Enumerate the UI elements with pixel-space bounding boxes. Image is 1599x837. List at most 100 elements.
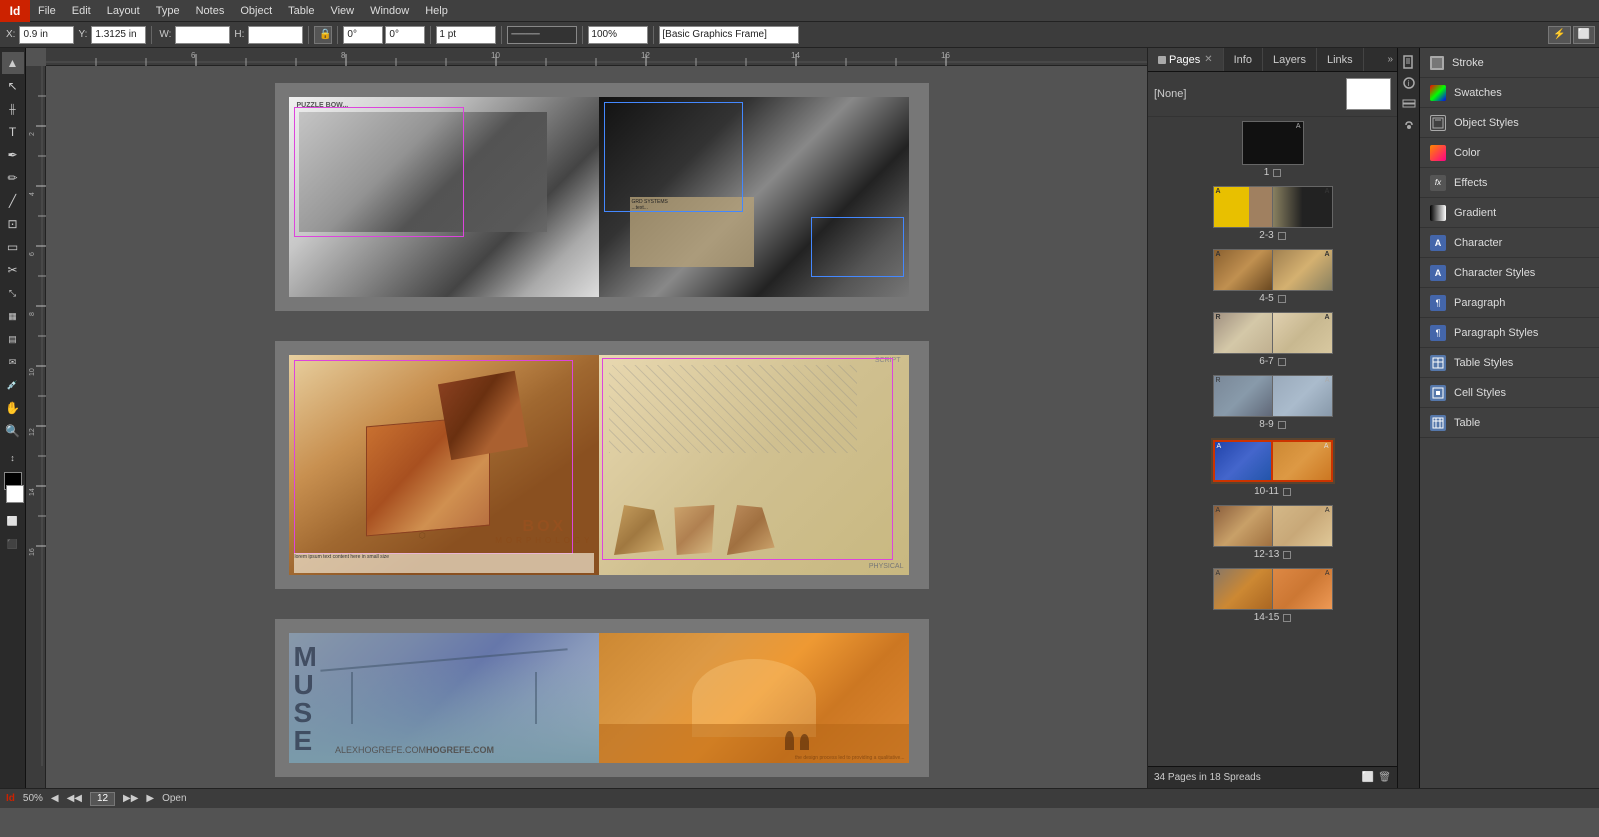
page-nav-fwd[interactable]: ▶▶ xyxy=(123,793,138,804)
tool-pen[interactable]: ✒ xyxy=(2,144,24,166)
stroke-color-field[interactable]: ──── xyxy=(507,26,577,44)
tool-type[interactable]: T xyxy=(2,121,24,143)
tool-direct-select[interactable]: ↖ xyxy=(2,75,24,97)
menu-window[interactable]: Window xyxy=(362,0,417,21)
page-nav-next[interactable]: ▶ xyxy=(146,793,154,804)
frame-style-dropdown[interactable]: [Basic Graphics Frame] xyxy=(659,26,799,44)
character-styles-panel-item[interactable]: A Character Styles xyxy=(1420,258,1599,288)
page-thumb-4[interactable]: A xyxy=(1213,249,1273,291)
page-thumb-3[interactable]: A xyxy=(1273,186,1333,228)
create-master-btn[interactable]: ⬜ xyxy=(1362,772,1374,783)
zoom-level[interactable]: 50% xyxy=(23,793,43,804)
tool-free-transform[interactable]: ⤡ xyxy=(2,282,24,304)
tool-rectangle-frame[interactable]: ⊡ xyxy=(2,213,24,235)
menu-view[interactable]: View xyxy=(322,0,362,21)
paragraph-panel-item[interactable]: ¶ Paragraph xyxy=(1420,288,1599,318)
tool-gradient-swatch[interactable]: ▦ xyxy=(2,305,24,327)
menu-table[interactable]: Table xyxy=(280,0,322,21)
lock-btn[interactable]: 🔒 xyxy=(314,26,332,44)
table-styles-panel-item[interactable]: Table Styles xyxy=(1420,348,1599,378)
toolbar-sep-3 xyxy=(337,26,338,44)
doc-status: Open xyxy=(162,793,186,804)
menu-file[interactable]: File xyxy=(30,0,64,21)
page-nav-prev[interactable]: ◀ xyxy=(51,793,59,804)
view-mode-btn[interactable]: ⬜ xyxy=(1573,26,1595,44)
object-styles-panel-item[interactable]: Object Styles xyxy=(1420,108,1599,138)
spread-page-1[interactable]: PUZZLE BOW... GRD SYSTEMS...text... xyxy=(289,97,909,297)
table-panel-item[interactable]: Table xyxy=(1420,408,1599,438)
effects-panel-item[interactable]: fx Effects xyxy=(1420,168,1599,198)
page-thumb-14[interactable]: A xyxy=(1213,568,1273,610)
page-thumb-9[interactable]: A xyxy=(1273,375,1333,417)
gradient-panel-item[interactable]: Gradient xyxy=(1420,198,1599,228)
tool-line[interactable]: ╱ xyxy=(2,190,24,212)
menu-help[interactable]: Help xyxy=(417,0,456,21)
stroke-color[interactable] xyxy=(6,485,24,503)
menu-object[interactable]: Object xyxy=(232,0,280,21)
page-thumb-2[interactable]: A xyxy=(1213,186,1273,228)
menu-edit[interactable]: Edit xyxy=(64,0,99,21)
tool-rectangle[interactable]: ▭ xyxy=(2,236,24,258)
rotation-field[interactable]: 0° xyxy=(343,26,383,44)
tab-links[interactable]: Links xyxy=(1317,48,1364,71)
shear-field[interactable]: 0° xyxy=(385,26,425,44)
tab-info[interactable]: Info xyxy=(1224,48,1263,71)
h-field[interactable] xyxy=(248,26,303,44)
page-nav-back[interactable]: ◀◀ xyxy=(67,793,82,804)
tool-eyedropper[interactable]: 💉 xyxy=(2,374,24,396)
y-field[interactable]: 1.3125 in xyxy=(91,26,146,44)
tool-hand[interactable]: ✋ xyxy=(2,397,24,419)
spread-label-10-11: 10-11 xyxy=(1254,486,1291,497)
page-thumb-10[interactable]: A xyxy=(1213,440,1273,482)
sync-btn[interactable]: ⚡ xyxy=(1548,26,1570,44)
color-panel-item[interactable]: Color xyxy=(1420,138,1599,168)
panel-icon-pages[interactable] xyxy=(1399,52,1419,72)
pages-panel-content[interactable]: A 1 A A xyxy=(1148,117,1397,766)
tool-normal-mode[interactable]: ⬜ xyxy=(2,510,24,532)
panels-expand-btn[interactable]: » xyxy=(1383,54,1397,65)
tool-note[interactable]: ✉ xyxy=(2,351,24,373)
page-number-input[interactable] xyxy=(90,792,115,806)
spread-page-3[interactable]: MUSE ALEXHOGREFE.COMHOGREFE.COM xyxy=(289,633,909,763)
tool-select[interactable]: ▲ xyxy=(2,52,24,74)
tool-zoom[interactable]: 🔍 xyxy=(2,420,24,442)
page-thumb-15[interactable]: A xyxy=(1273,568,1333,610)
create-page-btn[interactable]: 🗑 xyxy=(1378,772,1391,783)
tool-swap[interactable]: ↕ xyxy=(2,447,24,469)
tab-pages[interactable]: Pages ✕ xyxy=(1148,48,1224,71)
paragraph-styles-icon: ¶ xyxy=(1430,325,1446,341)
page-thumb-13[interactable]: A xyxy=(1273,505,1333,547)
panel-icon-info[interactable]: i xyxy=(1399,73,1419,93)
zoom-dropdown[interactable]: 100% xyxy=(588,26,648,44)
x-field[interactable]: 0.9 in xyxy=(19,26,74,44)
canvas-area[interactable]: 6 8 10 12 14 16 2 4 6 xyxy=(26,48,1147,788)
menu-notes[interactable]: Notes xyxy=(188,0,233,21)
tool-pencil[interactable]: ✏ xyxy=(2,167,24,189)
page-thumb-8[interactable]: R xyxy=(1213,375,1273,417)
stroke-panel-item[interactable]: Stroke xyxy=(1420,48,1599,78)
menu-layout[interactable]: Layout xyxy=(99,0,148,21)
page-thumb-5[interactable]: A xyxy=(1273,249,1333,291)
page-thumb-1[interactable]: A xyxy=(1242,121,1304,165)
tool-gap[interactable]: ╫ xyxy=(2,98,24,120)
tab-layers[interactable]: Layers xyxy=(1263,48,1317,71)
spread-page-2[interactable]: BOX MORPHOLOGY ⬡ lorem ipsum text conten… xyxy=(289,355,909,575)
character-panel-item[interactable]: A Character xyxy=(1420,228,1599,258)
tool-preview-mode[interactable]: ⬛ xyxy=(2,533,24,555)
menu-type[interactable]: Type xyxy=(148,0,188,21)
page-thumb-12[interactable]: A xyxy=(1213,505,1273,547)
paragraph-styles-panel-item[interactable]: ¶ Paragraph Styles xyxy=(1420,318,1599,348)
tool-scissors[interactable]: ✂ xyxy=(2,259,24,281)
panel-icon-layers[interactable] xyxy=(1399,94,1419,114)
panel-icon-links[interactable] xyxy=(1399,115,1419,135)
cell-styles-panel-item[interactable]: Cell Styles xyxy=(1420,378,1599,408)
swatches-panel-item[interactable]: Swatches xyxy=(1420,78,1599,108)
page-thumb-11[interactable]: A xyxy=(1273,440,1333,482)
page-thumb-7[interactable]: A xyxy=(1273,312,1333,354)
tab-pages-close[interactable]: ✕ xyxy=(1204,54,1212,65)
tool-gradient-feather[interactable]: ▤ xyxy=(2,328,24,350)
stroke-weight-dropdown[interactable]: 1 pt xyxy=(436,26,496,44)
page-thumb-6[interactable]: R xyxy=(1213,312,1273,354)
w-field[interactable] xyxy=(175,26,230,44)
effects-icon: fx xyxy=(1430,175,1446,191)
